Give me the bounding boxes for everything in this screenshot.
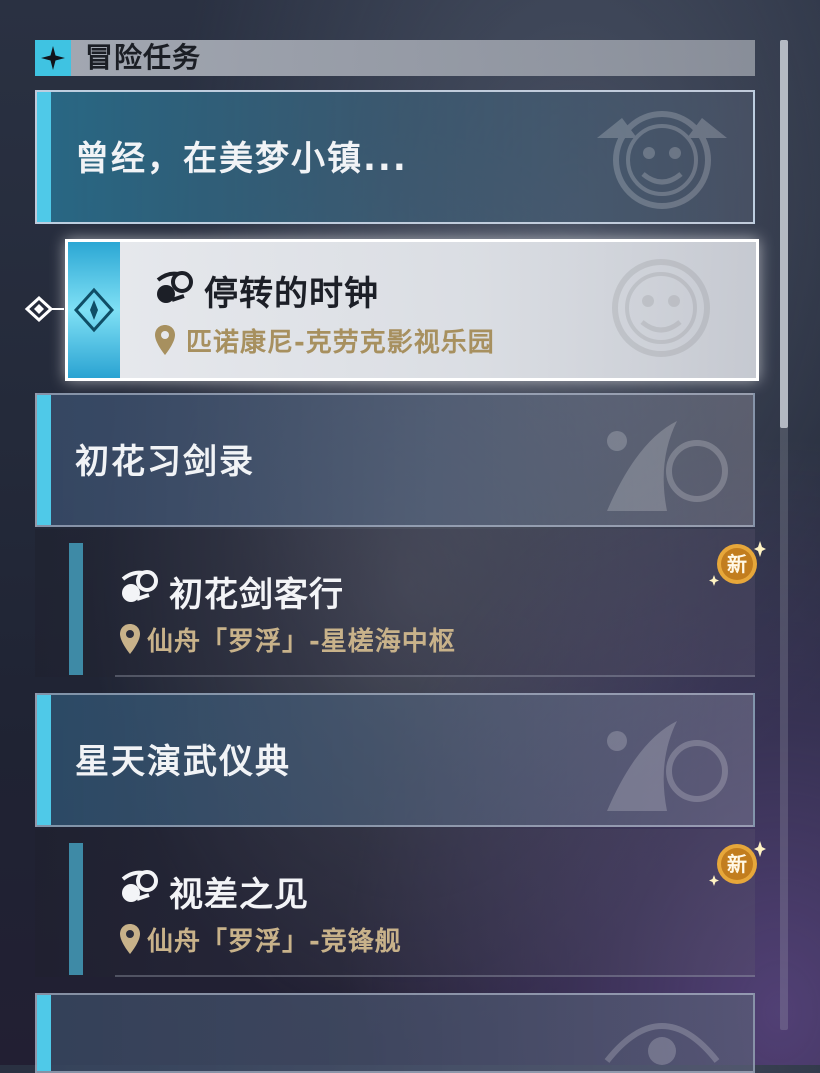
mission-location: 仙舟「罗浮」-星槎海中枢 bbox=[147, 627, 456, 657]
category-header[interactable]: 星天演武仪典 bbox=[35, 693, 755, 827]
xianzhou-emblem bbox=[607, 421, 728, 511]
category-header[interactable] bbox=[35, 993, 755, 1073]
category-accent bbox=[37, 395, 51, 525]
mission-accent bbox=[69, 543, 83, 675]
category-title: 曾经，在美梦小镇... bbox=[75, 139, 408, 179]
mission-item-selected[interactable]: 停转的时钟 匹诺康尼-克劳克影视乐园 bbox=[65, 239, 759, 381]
section-header: 冒险任务 bbox=[35, 40, 755, 76]
new-badge-label: 新 bbox=[727, 852, 747, 876]
mission-title: 视差之见 bbox=[169, 875, 309, 915]
section-title: 冒险任务 bbox=[85, 41, 202, 74]
category-title: 星天演武仪典 bbox=[75, 742, 291, 782]
clock-face-emblem bbox=[597, 111, 727, 209]
new-badge: 新 bbox=[708, 839, 766, 889]
adventure-mission-icon bbox=[121, 870, 158, 902]
selected-tile bbox=[68, 242, 120, 378]
category-header[interactable]: 初花习剑录 bbox=[35, 393, 755, 527]
category-accent bbox=[37, 995, 51, 1071]
mission-item[interactable]: 视差之见 仙舟「罗浮」-竞锋舰 bbox=[35, 829, 755, 977]
scrollbar-thumb[interactable] bbox=[780, 40, 788, 428]
penacony-emblem bbox=[604, 1023, 720, 1065]
mission-location: 仙舟「罗浮」-竞锋舰 bbox=[147, 927, 402, 957]
location-pin-icon bbox=[120, 924, 140, 954]
selection-pointer-icon bbox=[24, 294, 66, 324]
adventure-mission-icon bbox=[156, 271, 193, 303]
mission-title: 停转的时钟 bbox=[204, 274, 379, 314]
category-accent bbox=[37, 92, 51, 222]
new-badge: 新 bbox=[708, 539, 766, 589]
diamond-star-icon bbox=[35, 40, 71, 76]
category-title: 初花习剑录 bbox=[75, 442, 255, 482]
mission-location: 匹诺康尼-克劳克影视乐园 bbox=[186, 328, 495, 358]
divider bbox=[115, 975, 755, 977]
scrollbar[interactable] bbox=[780, 40, 788, 1030]
mission-accent bbox=[69, 843, 83, 975]
diamond-tile-icon bbox=[73, 287, 115, 333]
adventure-mission-icon bbox=[121, 570, 158, 602]
xianzhou-emblem bbox=[607, 721, 728, 811]
new-badge-label: 新 bbox=[727, 552, 747, 576]
mission-title: 初花剑客行 bbox=[169, 575, 344, 615]
location-pin-icon bbox=[120, 624, 140, 654]
clock-face-emblem bbox=[612, 259, 710, 357]
mission-item[interactable]: 初花剑客行 仙舟「罗浮」-星槎海中枢 bbox=[35, 529, 755, 677]
location-pin-icon bbox=[155, 325, 175, 355]
category-accent bbox=[37, 695, 51, 825]
divider bbox=[115, 675, 755, 677]
category-header[interactable]: 曾经，在美梦小镇... bbox=[35, 90, 755, 224]
